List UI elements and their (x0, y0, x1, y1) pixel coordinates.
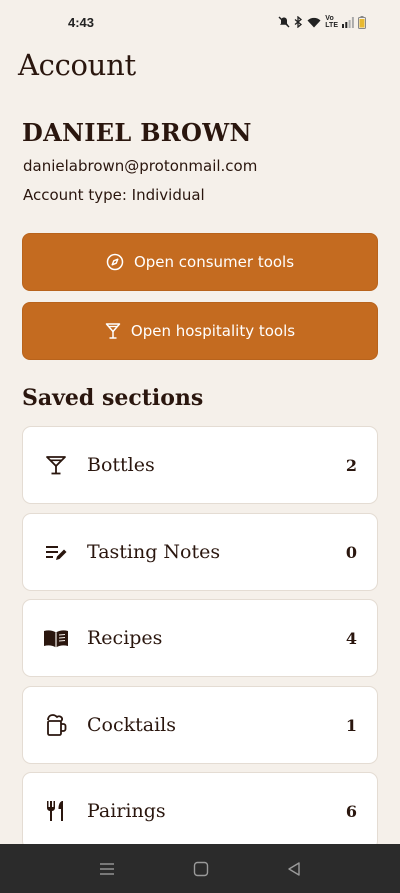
saved-section-label: Cocktails (87, 714, 176, 736)
status-icons: Vo LTE (278, 15, 366, 29)
saved-section-count: 1 (345, 715, 357, 735)
saved-section-count: 0 (345, 542, 357, 562)
user-email: danielabrown@protonmail.com (23, 157, 258, 175)
saved-sections-heading: Saved sections (22, 385, 204, 411)
mute-icon (278, 16, 290, 28)
open-book-icon (43, 625, 69, 651)
fork-knife-icon (43, 798, 69, 824)
saved-section-recipes[interactable]: Recipes 4 (22, 599, 378, 677)
saved-section-label: Recipes (87, 627, 163, 649)
system-nav-bar (0, 844, 400, 893)
volte-icon: Vo LTE (325, 15, 338, 29)
open-consumer-tools-button[interactable]: Open consumer tools (22, 233, 378, 291)
account-type: Account type: Individual (23, 186, 205, 204)
user-name: DANIEL BROWN (22, 118, 252, 147)
cocktail-glass-icon (43, 452, 69, 478)
page-title: Account (18, 48, 136, 82)
saved-section-tasting-notes[interactable]: Tasting Notes 0 (22, 513, 378, 591)
saved-section-label: Pairings (87, 800, 166, 822)
home-icon[interactable] (193, 861, 209, 877)
beer-mug-icon (43, 712, 69, 738)
open-hospitality-tools-button[interactable]: Open hospitality tools (22, 302, 378, 360)
saved-section-cocktails[interactable]: Cocktails 1 (22, 686, 378, 764)
notes-edit-icon (43, 539, 69, 565)
martini-glass-icon (105, 323, 121, 339)
saved-section-label: Tasting Notes (87, 541, 221, 563)
saved-section-count: 2 (345, 455, 357, 475)
saved-section-count: 4 (345, 628, 357, 648)
saved-section-label: Bottles (87, 454, 155, 476)
back-icon[interactable] (287, 861, 301, 877)
battery-icon (358, 15, 366, 29)
menu-icon[interactable] (99, 862, 115, 876)
consumer-tools-label: Open consumer tools (133, 253, 295, 271)
hospitality-tools-label: Open hospitality tools (130, 322, 296, 340)
status-time: 4:43 (68, 14, 95, 30)
volte-bottom: LTE (325, 22, 338, 29)
saved-section-count: 6 (345, 801, 357, 821)
wifi-icon (307, 17, 321, 27)
signal-icon (342, 16, 354, 28)
compass-icon (106, 253, 124, 271)
volte-top: Vo (325, 15, 334, 22)
bluetooth-icon (294, 16, 303, 28)
saved-section-bottles[interactable]: Bottles 2 (22, 426, 378, 504)
saved-section-pairings[interactable]: Pairings 6 (22, 772, 378, 850)
status-bar: 4:43 Vo LTE (0, 0, 400, 44)
